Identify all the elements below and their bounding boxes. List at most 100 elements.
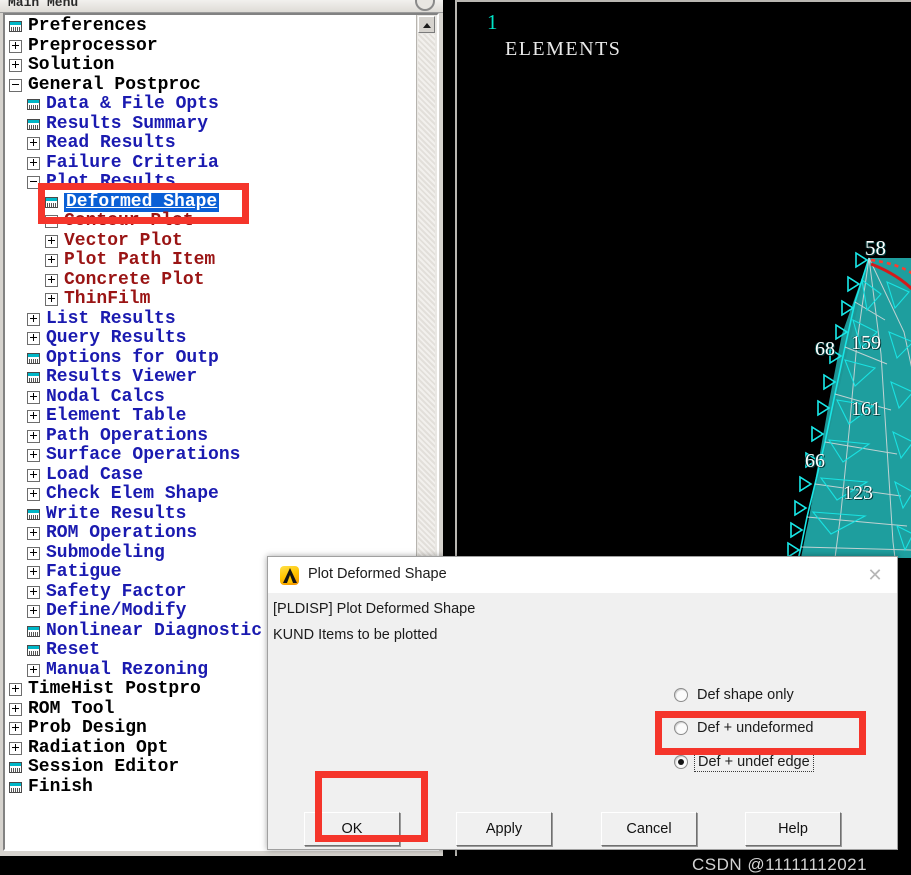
expand-plus-icon[interactable]: [9, 59, 22, 73]
tree-item-results-summary[interactable]: Results Summary: [5, 114, 417, 135]
mesh-node-label: 159: [851, 332, 881, 354]
tree-item-path-operations[interactable]: Path Operations: [5, 426, 417, 447]
expand-plus-icon[interactable]: [27, 449, 40, 463]
radio-indicator-icon: [674, 688, 688, 702]
radio-def-shape-only[interactable]: Def shape only: [674, 687, 794, 703]
tree-item-preferences[interactable]: Preferences: [5, 16, 417, 37]
dialog-box-icon[interactable]: [27, 645, 40, 657]
tree-item-concrete-plot[interactable]: Concrete Plot: [5, 270, 417, 291]
tree-item-failure-criteria[interactable]: Failure Criteria: [5, 153, 417, 174]
tree-item-label: General Postproc: [28, 74, 201, 95]
dialog-box-icon[interactable]: [27, 118, 40, 130]
close-icon[interactable]: ✕: [863, 565, 887, 585]
tree-item-read-results[interactable]: Read Results: [5, 133, 417, 154]
tree-item-thinfilm[interactable]: ThinFilm: [5, 289, 417, 310]
tree-item-plot-path-item[interactable]: Plot Path Item: [5, 250, 417, 271]
dialog-box-icon[interactable]: [9, 21, 22, 33]
collapse-minus-icon[interactable]: [27, 176, 40, 190]
tree-item-label: Plot Results: [46, 172, 176, 192]
dialog-box-icon[interactable]: [27, 508, 40, 520]
tree-item-label: Write Results: [46, 503, 187, 524]
tree-item-label: List Results: [46, 308, 176, 329]
dialog-box-icon[interactable]: [45, 196, 58, 208]
tree-item-label: Manual Rezoning: [46, 659, 209, 680]
tree-item-label: Contour Plot: [64, 211, 194, 231]
radio-def-plus-undef-edge[interactable]: Def + undef edge: [674, 752, 814, 772]
tree-item-results-viewer[interactable]: Results Viewer: [5, 367, 417, 388]
tree-item-label: Finish: [28, 776, 93, 797]
tree-item-surface-operations[interactable]: Surface Operations: [5, 445, 417, 466]
expand-plus-icon[interactable]: [45, 293, 58, 307]
tree-item-nodal-calcs[interactable]: Nodal Calcs: [5, 387, 417, 408]
tree-item-label: Read Results: [46, 133, 176, 153]
expand-plus-icon[interactable]: [45, 234, 58, 248]
expand-plus-icon[interactable]: [9, 741, 22, 755]
menu-pin-icon[interactable]: [415, 0, 435, 11]
radio-label: Def + undef edge: [694, 752, 814, 772]
expand-plus-icon[interactable]: [9, 702, 22, 716]
tree-item-label: Define/Modify: [46, 601, 187, 621]
tree-item-label: Submodeling: [46, 542, 165, 563]
expand-plus-icon[interactable]: [9, 722, 22, 736]
dialog-box-icon[interactable]: [27, 372, 40, 384]
tree-item-data-file-opts[interactable]: Data & File Opts: [5, 94, 417, 115]
expand-plus-icon[interactable]: [27, 390, 40, 404]
dialog-box-icon[interactable]: [27, 625, 40, 637]
expand-plus-icon[interactable]: [27, 312, 40, 326]
expand-plus-icon[interactable]: [45, 273, 58, 287]
tree-item-plot-results[interactable]: Plot Results: [5, 172, 417, 193]
expand-plus-icon[interactable]: [9, 683, 22, 697]
expand-plus-icon[interactable]: [27, 663, 40, 677]
tree-item-label: Vector Plot: [64, 230, 183, 251]
tree-item-element-table[interactable]: Element Table: [5, 406, 417, 427]
expand-plus-icon[interactable]: [27, 585, 40, 599]
mesh-node-label: 161: [851, 398, 881, 420]
dialog-titlebar[interactable]: Plot Deformed Shape ✕: [268, 557, 897, 593]
expand-plus-icon[interactable]: [27, 156, 40, 170]
tree-item-write-results[interactable]: Write Results: [5, 503, 417, 525]
expand-plus-icon[interactable]: [27, 332, 40, 346]
tree-item-label: TimeHist Postpro: [28, 679, 201, 699]
tree-item-options-for-outp[interactable]: Options for Outp: [5, 348, 417, 369]
dialog-box-icon[interactable]: [9, 762, 22, 774]
tree-item-label: Results Viewer: [46, 367, 198, 387]
cancel-button[interactable]: Cancel: [601, 812, 697, 846]
dialog-box-icon[interactable]: [9, 781, 22, 793]
expand-plus-icon[interactable]: [45, 254, 58, 268]
ok-button[interactable]: OK: [304, 812, 400, 846]
tree-item-label: Fatigue: [46, 562, 122, 582]
apply-button[interactable]: Apply: [456, 812, 552, 846]
tree-item-contour-plot[interactable]: Contour Plot: [5, 211, 417, 232]
expand-plus-icon[interactable]: [27, 605, 40, 619]
dialog-box-icon[interactable]: [27, 99, 40, 111]
collapse-minus-icon[interactable]: [9, 78, 22, 92]
expand-plus-icon[interactable]: [27, 410, 40, 424]
collapse-minus-icon[interactable]: [45, 215, 58, 229]
tree-item-label: Safety Factor: [46, 581, 187, 602]
tree-item-vector-plot[interactable]: Vector Plot: [5, 230, 417, 252]
tree-item-query-results[interactable]: Query Results: [5, 328, 417, 349]
expand-plus-icon[interactable]: [27, 137, 40, 151]
tree-item-general-postproc[interactable]: General Postproc: [5, 74, 417, 96]
expand-plus-icon[interactable]: [27, 488, 40, 502]
help-button[interactable]: Help: [745, 812, 841, 846]
tree-item-solution[interactable]: Solution: [5, 55, 417, 76]
tree-item-preprocessor[interactable]: Preprocessor: [5, 36, 417, 57]
tree-item-list-results[interactable]: List Results: [5, 308, 417, 330]
expand-plus-icon[interactable]: [27, 566, 40, 580]
expand-plus-icon[interactable]: [27, 468, 40, 482]
expand-plus-icon[interactable]: [9, 39, 22, 53]
tree-item-label: Nonlinear Diagnostic: [46, 620, 263, 641]
mesh-node-label: 66: [805, 450, 825, 472]
tree-item-rom-operations[interactable]: ROM Operations: [5, 523, 417, 544]
expand-plus-icon[interactable]: [27, 527, 40, 541]
tree-item-check-elem-shape[interactable]: Check Elem Shape: [5, 484, 417, 505]
scroll-up-arrow-icon[interactable]: [418, 16, 435, 33]
tree-item-load-case[interactable]: Load Case: [5, 465, 417, 486]
dialog-parameter-label: KUND Items to be plotted: [273, 627, 438, 643]
radio-def-plus-undeformed[interactable]: Def + undeformed: [674, 720, 813, 736]
expand-plus-icon[interactable]: [27, 429, 40, 443]
expand-plus-icon[interactable]: [27, 546, 40, 560]
tree-item-deformed-shape[interactable]: Deformed Shape: [5, 192, 417, 212]
dialog-box-icon[interactable]: [27, 352, 40, 364]
